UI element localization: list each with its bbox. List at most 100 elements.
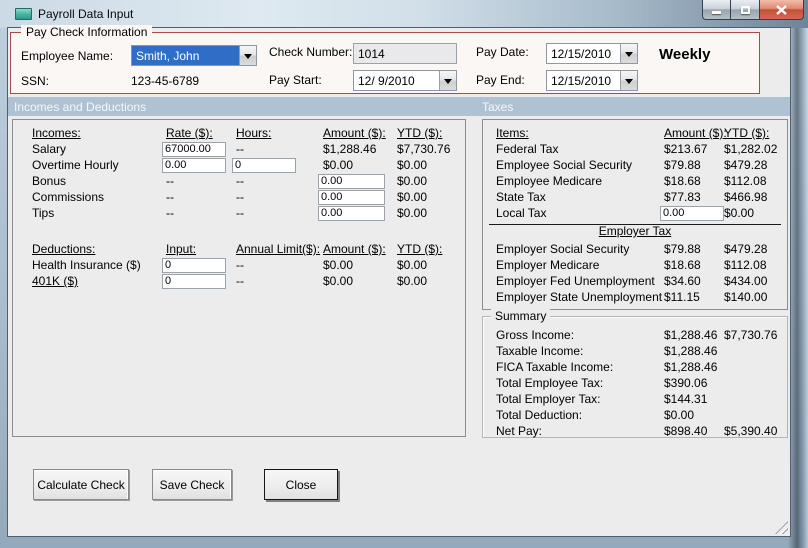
incomes-header-row: Incomes: Rate ($): Hours: Amount ($): YT… [13, 125, 465, 141]
pay-date-picker[interactable]: 12/15/2010 [546, 43, 638, 64]
health-insurance-input[interactable] [162, 257, 226, 273]
employee-name-dropdown-button[interactable] [239, 46, 256, 65]
row-label: Net Pay: [496, 424, 543, 438]
cell: $112.08 [724, 174, 767, 188]
window-frame-shade [788, 0, 808, 548]
chevron-down-icon [625, 52, 633, 61]
taxes-header-row: Items: Amount ($): YTD ($): [483, 125, 787, 141]
app-icon [15, 8, 32, 20]
incomes-deductions-panel: Incomes: Rate ($): Hours: Amount ($): YT… [12, 119, 466, 437]
tax-row-local: Local Tax $0.00 [483, 205, 787, 221]
save-check-button[interactable]: Save Check [152, 469, 232, 500]
401k-input[interactable] [162, 273, 226, 289]
pay-end-dropdown-button[interactable] [620, 71, 637, 90]
employee-name-select[interactable]: Smith, John [131, 45, 257, 66]
summary-row-taxable: Taxable Income: $1,288.46 [483, 343, 787, 359]
incomes-section-header: Incomes and Deductions [14, 100, 147, 114]
tips-amount-input[interactable] [318, 205, 385, 221]
close-icon [776, 4, 787, 15]
cell: $466.98 [724, 190, 768, 204]
income-row-overtime: Overtime Hourly $0.00 $0.00 [13, 157, 465, 173]
check-number-input[interactable] [353, 43, 457, 64]
cell: $5,390.40 [724, 424, 778, 438]
pay-end-picker[interactable]: 12/15/2010 [546, 70, 638, 91]
cell: $1,288.46 [664, 328, 718, 342]
col-header: Deductions: [32, 242, 96, 256]
col-header: Items: [496, 126, 529, 140]
pay-date-value: 12/15/2010 [551, 47, 612, 61]
cell: $0.00 [397, 206, 428, 220]
col-header: YTD ($): [397, 242, 443, 256]
row-label: Local Tax [496, 206, 547, 220]
overtime-hours-input[interactable] [232, 157, 296, 173]
pay-start-value: 12/ 9/2010 [358, 74, 415, 88]
cell: $34.60 [664, 274, 701, 288]
commissions-amount-input[interactable] [318, 189, 385, 205]
employee-name-label: Employee Name: [21, 49, 114, 63]
row-label: Employee Medicare [496, 174, 603, 188]
pay-date-dropdown-button[interactable] [620, 44, 637, 63]
section-header-bar: Incomes and Deductions Taxes [8, 97, 790, 116]
maximize-icon [740, 5, 750, 14]
close-check-button[interactable]: Close [264, 469, 338, 500]
employer-tax-separator: Employer Tax [489, 224, 781, 240]
summary-row-fica: FICA Taxable Income: $1,288.46 [483, 359, 787, 375]
row-label: Total Deduction: [496, 408, 583, 422]
col-header: Input: [166, 242, 197, 256]
row-label: Total Employer Tax: [496, 392, 601, 406]
col-header: Rate ($): [166, 126, 213, 140]
minimize-icon [712, 10, 721, 14]
button-label: Save Check [159, 477, 225, 492]
cell: $0.00 [397, 258, 428, 272]
overtime-rate-input[interactable] [162, 157, 226, 173]
pay-start-picker[interactable]: 12/ 9/2010 [353, 70, 457, 91]
employee-name-value: Smith, John [132, 46, 239, 65]
chevron-down-icon [244, 54, 252, 63]
pay-start-dropdown-button[interactable] [439, 71, 456, 90]
row-label: Bonus [32, 174, 67, 188]
tax-row-employer-ss: Employer Social Security $79.88 $479.28 [483, 241, 787, 257]
resize-grip[interactable] [775, 521, 788, 534]
employer-tax-title: Employer Tax [598, 224, 672, 238]
cell: $7,730.76 [397, 142, 451, 156]
cell: $1,288.46 [664, 360, 718, 374]
cell: $79.88 [664, 158, 701, 172]
deductions-header-row: Deductions: Input: Annual Limit($): Amou… [13, 241, 465, 257]
cell: -- [236, 174, 244, 188]
row-label: State Tax [496, 190, 546, 204]
minimize-button[interactable] [702, 0, 731, 20]
summary-group: Summary Gross Income: $1,288.46 $7,730.7… [482, 309, 788, 439]
tax-row-federal: Federal Tax $213.67 $1,282.02 [483, 141, 787, 157]
calculate-check-button[interactable]: Calculate Check [33, 469, 129, 500]
paycheck-info-title: Pay Check Information [21, 25, 153, 39]
cell: -- [236, 274, 244, 288]
cell: $11.15 [664, 290, 700, 304]
summary-row-net-pay: Net Pay: $898.40 $5,390.40 [483, 423, 787, 439]
bonus-amount-input[interactable] [318, 173, 385, 189]
cell: -- [166, 174, 174, 188]
client-area: Pay Check Information Employee Name: Smi… [8, 25, 790, 536]
tax-row-employer-fed-unemployment: Employer Fed Unemployment $34.60 $434.00 [483, 273, 787, 289]
income-row-salary: Salary -- $1,288.46 $7,730.76 [13, 141, 465, 157]
pay-frequency-label: Weekly [659, 46, 711, 63]
cell: $0.00 [397, 190, 428, 204]
income-row-commissions: Commissions -- -- $0.00 [13, 189, 465, 205]
maximize-button[interactable] [731, 0, 759, 20]
cell: $0.00 [397, 158, 428, 172]
local-tax-input[interactable] [660, 205, 724, 221]
cell: -- [166, 206, 174, 220]
payroll-window: Payroll Data Input Pay Check Information… [0, 0, 808, 548]
summary-row-total-deduction: Total Deduction: $0.00 [483, 407, 787, 423]
pay-date-label: Pay Date: [476, 45, 529, 59]
col-header: YTD ($): [724, 126, 770, 140]
row-label: Taxable Income: [496, 344, 584, 358]
row-label: Employee Social Security [496, 158, 633, 172]
button-label: Close [285, 477, 317, 492]
close-button[interactable] [759, 0, 804, 20]
row-label: FICA Taxable Income: [496, 360, 614, 374]
ssn-label: SSN: [21, 74, 50, 88]
salary-rate-input[interactable] [162, 141, 226, 157]
row-label: Overtime Hourly [32, 158, 119, 172]
cell: $77.83 [664, 190, 701, 204]
pay-end-label: Pay End: [476, 73, 525, 87]
